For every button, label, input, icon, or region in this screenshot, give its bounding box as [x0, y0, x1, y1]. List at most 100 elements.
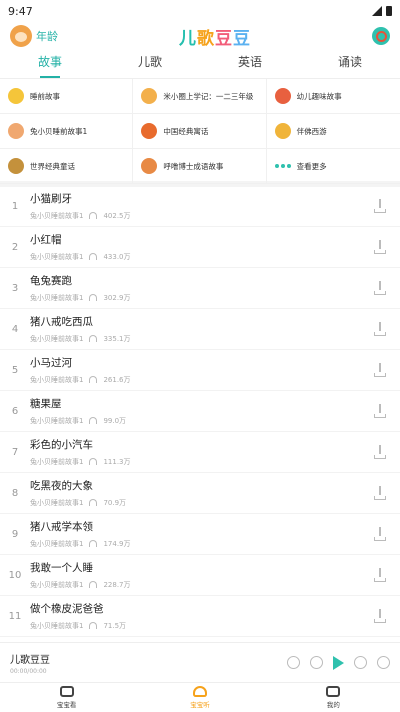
category-item[interactable]: 伴佛西游	[266, 114, 400, 149]
story-info: 小猫刷牙 兔小贝睡前故事1 402.5万	[30, 192, 360, 221]
story-meta: 兔小贝睡前故事1 174.9万	[30, 539, 360, 549]
story-row[interactable]: 10 我敢一个人睡 兔小贝睡前故事1 228.7万	[0, 555, 400, 596]
story-row[interactable]: 9 猪八戒学本领 兔小贝睡前故事1 174.9万	[0, 514, 400, 555]
tab-1[interactable]: 儿歌	[100, 50, 200, 78]
download-button[interactable]	[360, 322, 400, 336]
search-icon[interactable]	[372, 27, 390, 45]
tab-3[interactable]: 诵读	[300, 50, 400, 78]
brand-char: 歌	[197, 28, 215, 49]
download-icon	[374, 322, 386, 336]
story-source: 兔小贝睡前故事1	[30, 334, 84, 343]
download-button[interactable]	[360, 404, 400, 418]
story-source: 兔小贝睡前故事1	[30, 539, 84, 548]
headphone-icon	[89, 581, 98, 588]
download-button[interactable]	[360, 363, 400, 377]
category-item[interactable]: 世界经典童话	[0, 149, 134, 184]
category-label: 世界经典童话	[30, 161, 75, 171]
story-row[interactable]: 5 小马过河 兔小贝睡前故事1 261.6万	[0, 350, 400, 391]
story-row[interactable]: 4 猪八戒吃西瓜 兔小贝睡前故事1 335.1万	[0, 309, 400, 350]
story-number: 5	[11, 364, 19, 376]
story-row[interactable]: 7 彩色的小汽车 兔小贝睡前故事1 111.3万	[0, 432, 400, 473]
headphone-icon	[89, 540, 98, 547]
story-title: 吃黑夜的大象	[30, 479, 93, 492]
story-number: 6	[11, 405, 19, 417]
player-title: 儿歌豆豆	[10, 654, 50, 666]
category-label: 呼噜博士成语故事	[163, 161, 224, 171]
battery-icon	[386, 6, 392, 16]
headphone-icon	[89, 458, 98, 465]
story-meta: 兔小贝睡前故事1 99.0万	[30, 416, 360, 426]
story-number: 4	[11, 323, 19, 335]
story-row[interactable]: 3 龟兔赛跑 兔小贝睡前故事1 302.9万	[0, 268, 400, 309]
download-icon	[374, 240, 386, 254]
download-button[interactable]	[360, 568, 400, 582]
story-row[interactable]: 11 做个橡皮泥爸爸 兔小贝睡前故事1 71.5万	[0, 596, 400, 637]
nav-item-0[interactable]: 宝宝看	[0, 683, 133, 712]
timer-icon[interactable]	[377, 656, 390, 669]
status-time: 9:47	[8, 4, 33, 18]
download-button[interactable]	[360, 445, 400, 459]
story-number: 10	[8, 569, 22, 581]
story-plays: 70.9万	[103, 498, 127, 507]
download-icon	[374, 609, 386, 623]
play-icon[interactable]	[333, 655, 344, 670]
boy-icon	[274, 88, 291, 104]
next-icon[interactable]	[354, 656, 367, 669]
download-button[interactable]	[360, 281, 400, 295]
category-label: 米小圈上学记：一二三年级	[163, 91, 254, 101]
story-info: 彩色的小汽车 兔小贝睡前故事1 111.3万	[30, 438, 360, 467]
story-source: 兔小贝睡前故事1	[30, 457, 84, 466]
book-icon	[8, 158, 24, 174]
playlist-icon[interactable]	[310, 656, 323, 669]
nav-item-2[interactable]: 我的	[267, 683, 400, 712]
category-item[interactable]: 米小圈上学记：一二三年级	[133, 79, 267, 114]
more-dots-icon	[274, 164, 291, 168]
app-header: 年龄 儿歌豆豆	[0, 22, 400, 50]
story-plays: 302.9万	[103, 293, 131, 302]
download-button[interactable]	[360, 527, 400, 541]
story-list[interactable]: 1 小猫刷牙 兔小贝睡前故事1 402.5万 2 小红帽 兔小贝睡前故事1 433.0万 3 龟兔…	[0, 186, 400, 642]
story-row[interactable]: 8 吃黑夜的大象 兔小贝睡前故事1 70.9万	[0, 473, 400, 514]
nav-label: 我的	[326, 701, 340, 709]
download-button[interactable]	[360, 240, 400, 254]
download-button[interactable]	[360, 199, 400, 213]
category-item[interactable]: 中国经典寓话	[133, 114, 267, 149]
tab-0[interactable]: 故事	[0, 50, 100, 78]
story-row[interactable]: 2 小红帽 兔小贝睡前故事1 433.0万	[0, 227, 400, 268]
brand-logo: 儿歌豆豆	[179, 24, 251, 49]
mini-player[interactable]: 儿歌豆豆 00:00/00:00	[0, 642, 400, 682]
download-icon	[374, 445, 386, 459]
brand-char: 豆	[215, 28, 233, 49]
category-label: 幼儿趣味故事	[296, 91, 342, 101]
tab-2[interactable]: 英语	[200, 50, 300, 78]
story-row[interactable]: 6 糖果屋 兔小贝睡前故事1 99.0万	[0, 391, 400, 432]
story-plays: 99.0万	[103, 416, 127, 425]
story-title: 彩色的小汽车	[30, 438, 93, 451]
story-source: 兔小贝睡前故事1	[30, 621, 84, 630]
category-item[interactable]: 兔小贝睡前故事1	[0, 114, 134, 149]
story-number: 9	[11, 528, 19, 540]
category-item[interactable]: 查看更多	[266, 149, 400, 184]
story-plays: 174.9万	[103, 539, 131, 548]
repeat-icon[interactable]	[287, 656, 300, 669]
story-info: 小马过河 兔小贝睡前故事1 261.6万	[30, 356, 360, 385]
story-info: 吃黑夜的大象兔小贝睡前故事1 70.9万	[30, 479, 360, 508]
age-label: 年龄	[36, 30, 58, 43]
bear-icon	[326, 686, 341, 697]
category-item[interactable]: 呼噜博士成语故事	[133, 149, 267, 184]
download-icon	[374, 404, 386, 418]
story-plays: 433.0万	[103, 252, 131, 261]
story-row[interactable]: 1 小猫刷牙 兔小贝睡前故事1 402.5万	[0, 186, 400, 227]
download-button[interactable]	[360, 609, 400, 623]
download-button[interactable]	[360, 486, 400, 500]
age-selector[interactable]: 年龄	[10, 25, 58, 47]
category-item[interactable]: 睡前故事	[0, 79, 134, 114]
story-meta: 兔小贝睡前故事1 71.5万	[30, 621, 360, 631]
story-meta: 兔小贝睡前故事1 261.6万	[30, 375, 360, 385]
story-title: 我敢一个人睡	[30, 561, 93, 574]
category-item[interactable]: 幼儿趣味故事	[266, 79, 400, 114]
nav-item-1[interactable]: 宝宝听	[133, 683, 266, 712]
story-meta: 兔小贝睡前故事1 70.9万	[30, 498, 360, 508]
category-label: 查看更多	[296, 161, 327, 171]
nav-label: 宝宝听	[190, 701, 210, 709]
